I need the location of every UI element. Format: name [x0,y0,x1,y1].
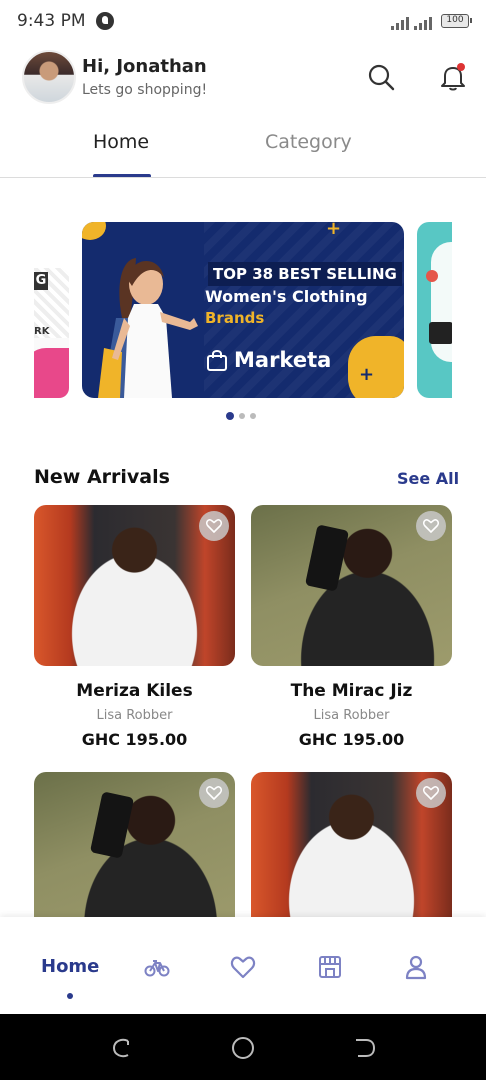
system-navigation-bar [0,1014,486,1080]
banner-previous-letter: G [34,272,48,290]
favorite-button[interactable] [199,778,229,808]
product-image[interactable] [34,772,235,933]
product-name[interactable]: The Mirac Jiz [251,681,452,701]
tab-category[interactable]: Category [265,131,352,153]
heart-icon [423,786,439,800]
carousel-dot[interactable] [239,413,245,419]
plus-decoration: + [359,364,375,385]
heart-icon [206,519,222,533]
product-price: GHC 195.00 [81,730,188,749]
carousel-dot[interactable] [250,413,256,419]
status-bar: 9:43 PM 100 [0,0,486,42]
battery-icon: 100 [441,14,472,28]
favorite-button[interactable] [199,511,229,541]
user-icon[interactable] [403,954,429,980]
banner-subheadline: Women's Clothing [205,287,368,306]
store-icon[interactable] [317,954,343,980]
banner-subheadline-2: Brands [205,309,265,327]
section-title: New Arrivals [34,466,170,488]
tabs-divider [0,177,486,178]
recent-apps-icon[interactable] [110,1036,134,1060]
banner-headline: TOP 38 BEST SELLING [208,262,402,286]
bottom-navigation: Home [0,917,486,1014]
banner-previous[interactable]: G RK [34,268,69,398]
product-image[interactable] [251,505,452,666]
product-image[interactable] [34,505,235,666]
product-seller: Lisa Robber [96,708,173,723]
carousel-dot-active[interactable] [226,412,234,420]
product-image[interactable] [251,772,452,933]
carousel-indicator [226,412,256,420]
search-icon[interactable] [366,62,396,92]
avatar[interactable] [22,50,76,104]
greeting-subtitle: Lets go shopping! [82,82,208,98]
banner-previous-text: RK [34,326,50,337]
favorite-button[interactable] [416,778,446,808]
home-button-icon[interactable] [231,1036,255,1060]
greeting-title: Hi, Jonathan [82,56,207,77]
signal-icon-2 [414,14,440,30]
see-all-link[interactable]: See All [397,469,459,488]
shopping-bag-icon [207,350,227,371]
bicycle-icon[interactable] [144,954,170,980]
notification-dot [457,63,465,71]
heart-icon [423,519,439,533]
product-price: GHC 195.00 [298,730,405,749]
nav-home[interactable]: Home [41,956,99,977]
nav-active-dot [67,993,73,999]
app-notification-icon [96,12,114,30]
heart-icon [206,786,222,800]
banner-next[interactable] [417,222,452,398]
banner-main[interactable]: + + TOP 38 BEST SELLING Women's Clothing… [82,222,404,398]
product-name[interactable]: Meriza Kiles [34,681,235,701]
banner-brand-name: Marketa [234,348,332,372]
favorite-button[interactable] [416,511,446,541]
model-image [98,258,198,398]
product-seller: Lisa Robber [313,708,390,723]
heart-icon[interactable] [230,954,256,980]
tab-home[interactable]: Home [93,131,149,153]
plus-decoration: + [326,222,342,239]
banner-brand: Marketa [206,348,331,372]
status-time: 9:43 PM [17,11,86,31]
back-icon[interactable] [352,1036,376,1060]
